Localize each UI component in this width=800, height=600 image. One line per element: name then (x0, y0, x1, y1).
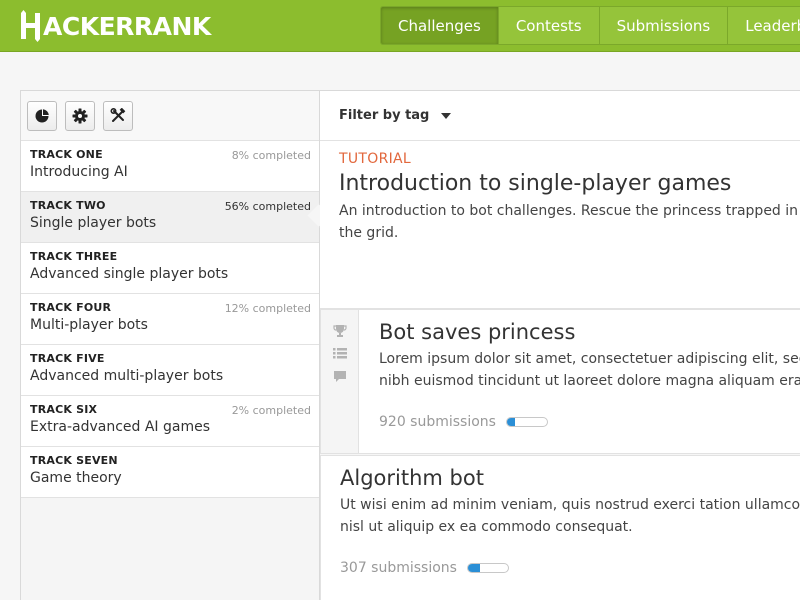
card-body: Bot saves princess Lorem ipsum dolor sit… (379, 320, 800, 392)
track-item-one[interactable]: TRACK ONE 8% completed Introducing AI (21, 141, 319, 192)
comment-icon[interactable] (333, 370, 347, 384)
nav-tab-leaderboard[interactable]: Leaderbo (728, 6, 800, 45)
track-name: Introducing AI (30, 164, 128, 180)
nav-tab-submissions[interactable]: Submissions (599, 6, 729, 45)
track-progress-text: 2% completed (231, 404, 311, 417)
sidebar-toolbar (21, 91, 319, 141)
nav-tab-label: Challenges (398, 16, 481, 35)
main-nav: Challenges Contests Submissions Leaderbo (380, 6, 800, 45)
tools-icon (110, 108, 126, 124)
track-name: Single player bots (30, 215, 157, 231)
track-number: TRACK FIVE (30, 352, 105, 365)
challenge-title[interactable]: Algorithm bot (340, 466, 800, 490)
gear-icon (72, 108, 88, 124)
challenge-description-line: nisl ut aliquip ex ea commodo consequat. (340, 519, 633, 535)
progress-bar-fill (467, 564, 480, 572)
challenge-description-line: nibh euismod tincidunt ut laoreet dolore… (379, 373, 800, 389)
success-progress-bar (466, 563, 509, 573)
card-body: Algorithm bot Ut wisi enim ad minim veni… (340, 466, 800, 538)
track-name: Advanced multi-player bots (30, 368, 224, 384)
challenge-description-line: Ut wisi enim ad minim veniam, quis nostr… (340, 497, 800, 513)
nav-tab-label: Contests (515, 16, 582, 35)
success-progress-bar (505, 417, 548, 427)
stats-button[interactable] (27, 101, 57, 131)
track-item-seven[interactable]: TRACK SEVEN Game theory (21, 447, 319, 498)
track-name: Extra-advanced AI games (30, 419, 211, 435)
trophy-icon[interactable] (332, 324, 347, 338)
intro-title[interactable]: Introduction to single-player games (339, 171, 800, 196)
track-progress-text: 56% completed (224, 200, 311, 213)
nav-tab-label: Submissions (616, 16, 711, 35)
filter-by-tag-dropdown[interactable]: Filter by tag (320, 91, 800, 141)
challenge-meta: 307 submissions (340, 560, 509, 576)
challenge-meta: 920 submissions (379, 414, 548, 430)
logo-h-mark-icon (20, 10, 42, 42)
track-item-four[interactable]: TRACK FOUR 12% completed Multi-player bo… (21, 294, 319, 345)
tutorial-intro[interactable]: TUTORIAL Introduction to single-player g… (320, 141, 800, 309)
card-action-rail (321, 310, 359, 453)
nav-tab-label: Leaderbo (745, 16, 800, 35)
tracks-sidebar: TRACK ONE 8% completed Introducing AI TR… (20, 90, 320, 600)
top-header: ACKERRANK Challenges Contests Submission… (0, 0, 800, 52)
track-number: TRACK SEVEN (30, 454, 118, 467)
tutorial-tag: TUTORIAL (339, 151, 412, 167)
nav-tab-contests[interactable]: Contests (498, 6, 600, 45)
challenge-description-line: Lorem ipsum dolor sit amet, consectetuer… (379, 351, 800, 367)
challenges-panel: Filter by tag TUTORIAL Introduction to s… (320, 90, 800, 600)
filter-label: Filter by tag (339, 108, 430, 123)
pie-chart-icon (34, 108, 50, 124)
track-progress-text: 12% completed (224, 302, 311, 315)
track-item-three[interactable]: TRACK THREE Advanced single player bots (21, 243, 319, 294)
track-item-five[interactable]: TRACK FIVE Advanced multi-player bots (21, 345, 319, 396)
challenge-card-bot-saves-princess[interactable]: Bot saves princess Lorem ipsum dolor sit… (320, 309, 800, 454)
tools-button[interactable] (103, 101, 133, 131)
nav-tab-challenges[interactable]: Challenges (380, 6, 499, 45)
track-item-two[interactable]: TRACK TWO 56% completed Single player bo… (21, 192, 319, 243)
progress-bar-fill (506, 418, 515, 426)
track-number: TRACK THREE (30, 250, 118, 263)
logo-text: ACKERRANK (43, 11, 211, 41)
track-name: Advanced single player bots (30, 266, 229, 282)
submissions-count: 307 submissions (340, 560, 457, 576)
track-progress-text: 8% completed (231, 149, 311, 162)
list-icon[interactable] (332, 347, 347, 361)
submissions-count: 920 submissions (379, 414, 496, 430)
intro-description: An introduction to bot challenges. Rescu… (339, 203, 799, 241)
track-item-six[interactable]: TRACK SIX 2% completed Extra-advanced AI… (21, 396, 319, 447)
settings-button[interactable] (65, 101, 95, 131)
challenge-title[interactable]: Bot saves princess (379, 320, 800, 344)
challenge-card-algorithm-bot[interactable]: Algorithm bot Ut wisi enim ad minim veni… (320, 455, 800, 600)
track-name: Multi-player bots (30, 317, 148, 333)
caret-down-icon (441, 112, 452, 119)
hackerrank-logo[interactable]: ACKERRANK (20, 8, 211, 44)
track-name: Game theory (30, 470, 122, 486)
